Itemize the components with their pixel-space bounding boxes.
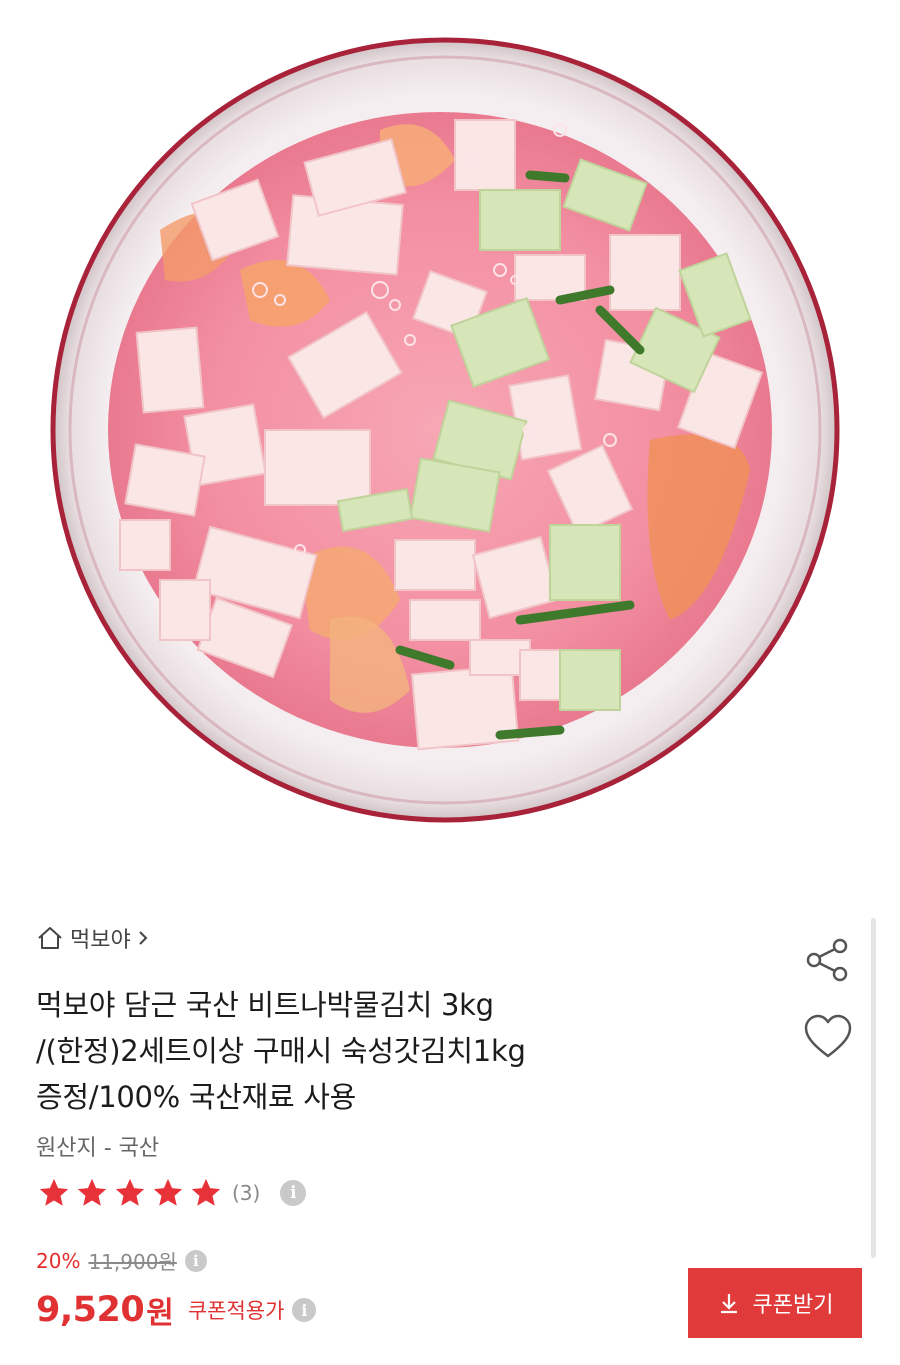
star-rating (36, 1176, 224, 1210)
kimchi-bowl-illustration (50, 37, 840, 823)
origin-text: 원산지 - 국산 (36, 1136, 160, 1161)
review-count[interactable]: (3) (232, 1181, 260, 1205)
star-icon (77, 1178, 107, 1206)
star-icon (115, 1178, 145, 1206)
coupon-download-button[interactable]: 쿠폰받기 (688, 1268, 862, 1338)
coupon-button-label: 쿠폰받기 (752, 1292, 834, 1317)
download-icon (720, 1294, 737, 1314)
product-title-line: 먹보야 담근 국산 비트나박물김치 3kg (36, 988, 494, 1022)
info-icon[interactable]: i (292, 1298, 317, 1322)
info-icon[interactable]: i (184, 1249, 207, 1272)
scrollbar[interactable] (871, 918, 876, 1258)
share-icon[interactable] (800, 932, 856, 988)
coupon-price-label: 쿠폰적용가 (187, 1299, 285, 1323)
home-icon (38, 927, 62, 949)
star-icon (191, 1178, 221, 1206)
product-title-line: 증정/100% 국산재료 사용 (36, 1080, 357, 1114)
discount-row: 20% 11,900원 i (36, 1246, 207, 1275)
rating-row[interactable]: (3) i (36, 1176, 307, 1210)
heart-icon[interactable] (800, 1010, 856, 1066)
star-icon (153, 1178, 183, 1206)
product-info-panel: 먹보야 먹보야 담근 국산 비트나박물김치 3kg /(한정)2세트이상 구매시… (0, 870, 900, 1365)
sale-price: 9,520 (36, 1290, 145, 1330)
product-title: 먹보야 담근 국산 비트나박물김치 3kg /(한정)2세트이상 구매시 숙성갓… (36, 982, 736, 1120)
discount-rate: 20% (36, 1248, 81, 1273)
store-link[interactable]: 먹보야 (36, 922, 149, 954)
original-price: 11,900원 (88, 1250, 177, 1274)
product-image[interactable] (0, 0, 900, 870)
star-icon (39, 1178, 69, 1206)
chevron-right-icon (139, 931, 148, 945)
side-actions (800, 932, 860, 1066)
info-icon[interactable]: i (280, 1180, 307, 1206)
store-name: 먹보야 (70, 928, 131, 953)
price-row: 9,520 원 쿠폰적용가 i (36, 1288, 317, 1332)
product-title-line: /(한정)2세트이상 구매시 숙성갓김치1kg (36, 1034, 526, 1068)
price-unit: 원 (146, 1296, 174, 1331)
